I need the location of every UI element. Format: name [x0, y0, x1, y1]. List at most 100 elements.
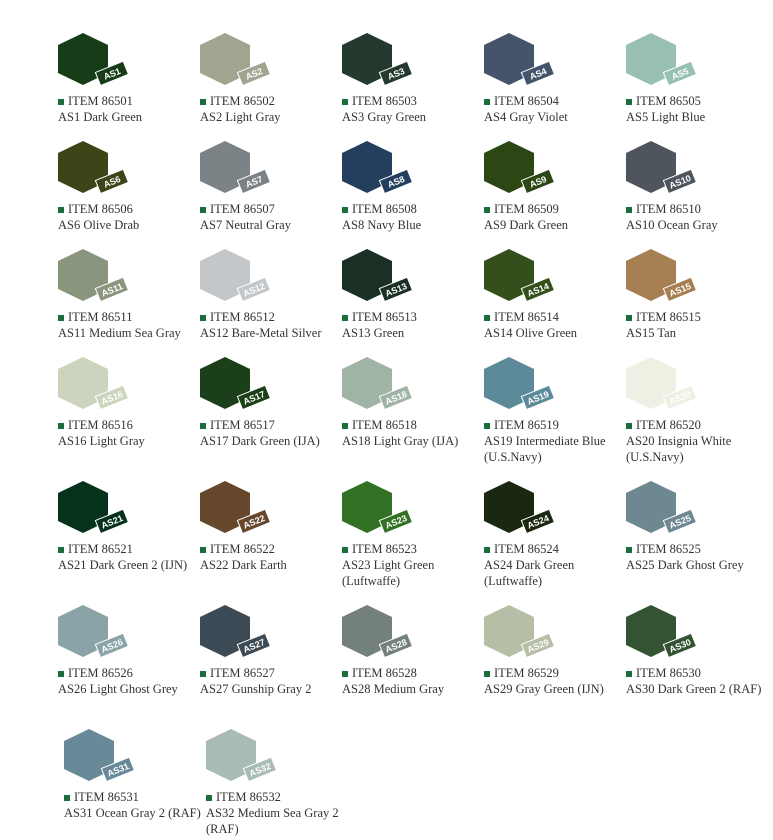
swatch-as27[interactable]: AS27 ITEM 86527 AS27 Gunship Gray 2: [200, 605, 340, 715]
paint-swatch-hexagon[interactable]: AS26: [58, 605, 134, 671]
paint-swatch-hexagon[interactable]: AS29: [484, 605, 560, 671]
color-name[interactable]: AS5 Light Blue: [626, 109, 771, 125]
swatch-as23[interactable]: AS23 ITEM 86523 AS23 Light Green (Luftwaff…: [342, 481, 482, 591]
swatch-as19[interactable]: AS19 ITEM 86519 AS19 Intermediate Blue (U.…: [484, 357, 624, 467]
color-name[interactable]: AS12 Bare-Metal Silver: [200, 325, 345, 341]
color-name[interactable]: AS16 Light Gray: [58, 433, 203, 449]
paint-swatch-hexagon[interactable]: AS15: [626, 249, 702, 315]
paint-swatch-hexagon[interactable]: AS22: [200, 481, 276, 547]
swatch-as26[interactable]: AS26 ITEM 86526 AS26 Light Ghost Grey: [58, 605, 198, 715]
swatch-as11[interactable]: AS11 ITEM 86511 AS11 Medium Sea Gray: [58, 249, 198, 359]
swatch-as15[interactable]: AS15 ITEM 86515 AS15 Tan: [626, 249, 766, 359]
swatch-as30[interactable]: AS30 ITEM 86530 AS30 Dark Green 2 (RAF): [626, 605, 766, 715]
swatch-as31[interactable]: AS31 ITEM 86531 AS31 Ocean Gray 2 (RAF): [64, 729, 204, 839]
item-number-text: ITEM 86524: [494, 542, 559, 556]
color-name[interactable]: AS11 Medium Sea Gray: [58, 325, 203, 341]
color-name[interactable]: AS9 Dark Green: [484, 217, 629, 233]
color-name[interactable]: AS25 Dark Ghost Grey: [626, 557, 771, 573]
swatch-as10[interactable]: AS10 ITEM 86510 AS10 Ocean Gray: [626, 141, 766, 251]
paint-swatch-hexagon[interactable]: AS2: [200, 33, 276, 99]
color-name[interactable]: AS13 Green: [342, 325, 487, 341]
swatch-as25[interactable]: AS25 ITEM 86525 AS25 Dark Ghost Grey: [626, 481, 766, 591]
paint-swatch-hexagon[interactable]: AS4: [484, 33, 560, 99]
swatch-as3[interactable]: AS3 ITEM 86503 AS3 Gray Green: [342, 33, 482, 143]
swatch-as18[interactable]: AS18 ITEM 86518 AS18 Light Gray (IJA): [342, 357, 482, 467]
paint-swatch-hexagon[interactable]: AS13: [342, 249, 418, 315]
color-name[interactable]: AS19 Intermediate Blue (U.S.Navy): [484, 433, 629, 465]
paint-swatch-hexagon[interactable]: AS10: [626, 141, 702, 207]
swatch-as21[interactable]: AS21 ITEM 86521 AS21 Dark Green 2 (IJN): [58, 481, 198, 591]
swatch-as7[interactable]: AS7 ITEM 86507 AS7 Neutral Gray: [200, 141, 340, 251]
color-name[interactable]: AS4 Gray Violet: [484, 109, 629, 125]
swatch-as17[interactable]: AS17 ITEM 86517 AS17 Dark Green (IJA): [200, 357, 340, 467]
paint-swatch-hexagon[interactable]: AS20: [626, 357, 702, 423]
paint-swatch-hexagon[interactable]: AS8: [342, 141, 418, 207]
swatch-as2[interactable]: AS2 ITEM 86502 AS2 Light Gray: [200, 33, 340, 143]
swatch-as20[interactable]: AS20 ITEM 86520 AS20 Insignia White (U.S.N…: [626, 357, 766, 467]
color-name[interactable]: AS32 Medium Sea Gray 2 (RAF): [206, 805, 351, 837]
color-name[interactable]: AS15 Tan: [626, 325, 771, 341]
color-name[interactable]: AS14 Olive Green: [484, 325, 629, 341]
swatch-as13[interactable]: AS13 ITEM 86513 AS13 Green: [342, 249, 482, 359]
color-name[interactable]: AS21 Dark Green 2 (IJN): [58, 557, 203, 573]
color-name[interactable]: AS23 Light Green (Luftwaffe): [342, 557, 487, 589]
color-name[interactable]: AS6 Olive Drab: [58, 217, 203, 233]
swatch-as6[interactable]: AS6 ITEM 86506 AS6 Olive Drab: [58, 141, 198, 251]
color-name[interactable]: AS26 Light Ghost Grey: [58, 681, 203, 697]
swatch-as24[interactable]: AS24 ITEM 86524 AS24 Dark Green (Luftwaffe…: [484, 481, 624, 591]
color-name[interactable]: AS20 Insignia White (U.S.Navy): [626, 433, 771, 465]
color-name[interactable]: AS10 Ocean Gray: [626, 217, 771, 233]
swatch-as32[interactable]: AS32 ITEM 86532 AS32 Medium Sea Gray 2 (RA…: [206, 729, 346, 839]
color-name[interactable]: AS24 Dark Green (Luftwaffe): [484, 557, 629, 589]
paint-swatch-hexagon[interactable]: AS18: [342, 357, 418, 423]
paint-swatch-hexagon[interactable]: AS19: [484, 357, 560, 423]
paint-swatch-hexagon[interactable]: AS32: [206, 729, 282, 795]
paint-swatch-hexagon[interactable]: AS3: [342, 33, 418, 99]
swatch-as5[interactable]: AS5 ITEM 86505 AS5 Light Blue: [626, 33, 766, 143]
paint-swatch-hexagon[interactable]: AS17: [200, 357, 276, 423]
paint-swatch-hexagon[interactable]: AS12: [200, 249, 276, 315]
swatch-as9[interactable]: AS9 ITEM 86509 AS9 Dark Green: [484, 141, 624, 251]
color-name[interactable]: AS18 Light Gray (IJA): [342, 433, 487, 449]
color-name[interactable]: AS8 Navy Blue: [342, 217, 487, 233]
swatch-as29[interactable]: AS29 ITEM 86529 AS29 Gray Green (IJN): [484, 605, 624, 715]
paint-swatch-hexagon[interactable]: AS9: [484, 141, 560, 207]
paint-swatch-hexagon[interactable]: AS27: [200, 605, 276, 671]
color-name[interactable]: AS7 Neutral Gray: [200, 217, 345, 233]
color-name[interactable]: AS2 Light Gray: [200, 109, 345, 125]
swatch-as22[interactable]: AS22 ITEM 86522 AS22 Dark Earth: [200, 481, 340, 591]
color-name[interactable]: AS1 Dark Green: [58, 109, 203, 125]
paint-swatch-hexagon[interactable]: AS21: [58, 481, 134, 547]
color-name[interactable]: AS28 Medium Gray: [342, 681, 487, 697]
paint-swatch-hexagon[interactable]: AS31: [64, 729, 140, 795]
paint-swatch-hexagon[interactable]: AS6: [58, 141, 134, 207]
paint-swatch-hexagon[interactable]: AS7: [200, 141, 276, 207]
color-name[interactable]: AS3 Gray Green: [342, 109, 487, 125]
paint-swatch-hexagon[interactable]: AS5: [626, 33, 702, 99]
paint-swatch-hexagon[interactable]: AS11: [58, 249, 134, 315]
color-name[interactable]: AS31 Ocean Gray 2 (RAF): [64, 805, 209, 821]
paint-swatch-hexagon[interactable]: AS24: [484, 481, 560, 547]
item-number-text: ITEM 86503: [352, 94, 417, 108]
swatch-as14[interactable]: AS14 ITEM 86514 AS14 Olive Green: [484, 249, 624, 359]
swatch-as12[interactable]: AS12 ITEM 86512 AS12 Bare-Metal Silver: [200, 249, 340, 359]
color-name[interactable]: AS22 Dark Earth: [200, 557, 345, 573]
swatch-as16[interactable]: AS16 ITEM 86516 AS16 Light Gray: [58, 357, 198, 467]
paint-swatch-hexagon[interactable]: AS25: [626, 481, 702, 547]
paint-swatch-hexagon[interactable]: AS14: [484, 249, 560, 315]
color-name[interactable]: AS30 Dark Green 2 (RAF): [626, 681, 771, 697]
bullet-square-icon: [58, 546, 64, 553]
paint-swatch-hexagon[interactable]: AS16: [58, 357, 134, 423]
swatch-as1[interactable]: AS1 ITEM 86501 AS1 Dark Green: [58, 33, 198, 143]
color-name[interactable]: AS29 Gray Green (IJN): [484, 681, 629, 697]
paint-swatch-hexagon[interactable]: AS28: [342, 605, 418, 671]
paint-swatch-hexagon[interactable]: AS30: [626, 605, 702, 671]
item-number: ITEM 86517: [200, 417, 275, 433]
color-name[interactable]: AS27 Gunship Gray 2: [200, 681, 345, 697]
swatch-as28[interactable]: AS28 ITEM 86528 AS28 Medium Gray: [342, 605, 482, 715]
color-name[interactable]: AS17 Dark Green (IJA): [200, 433, 345, 449]
swatch-as8[interactable]: AS8 ITEM 86508 AS8 Navy Blue: [342, 141, 482, 251]
paint-swatch-hexagon[interactable]: AS1: [58, 33, 134, 99]
paint-swatch-hexagon[interactable]: AS23: [342, 481, 418, 547]
swatch-as4[interactable]: AS4 ITEM 86504 AS4 Gray Violet: [484, 33, 624, 143]
